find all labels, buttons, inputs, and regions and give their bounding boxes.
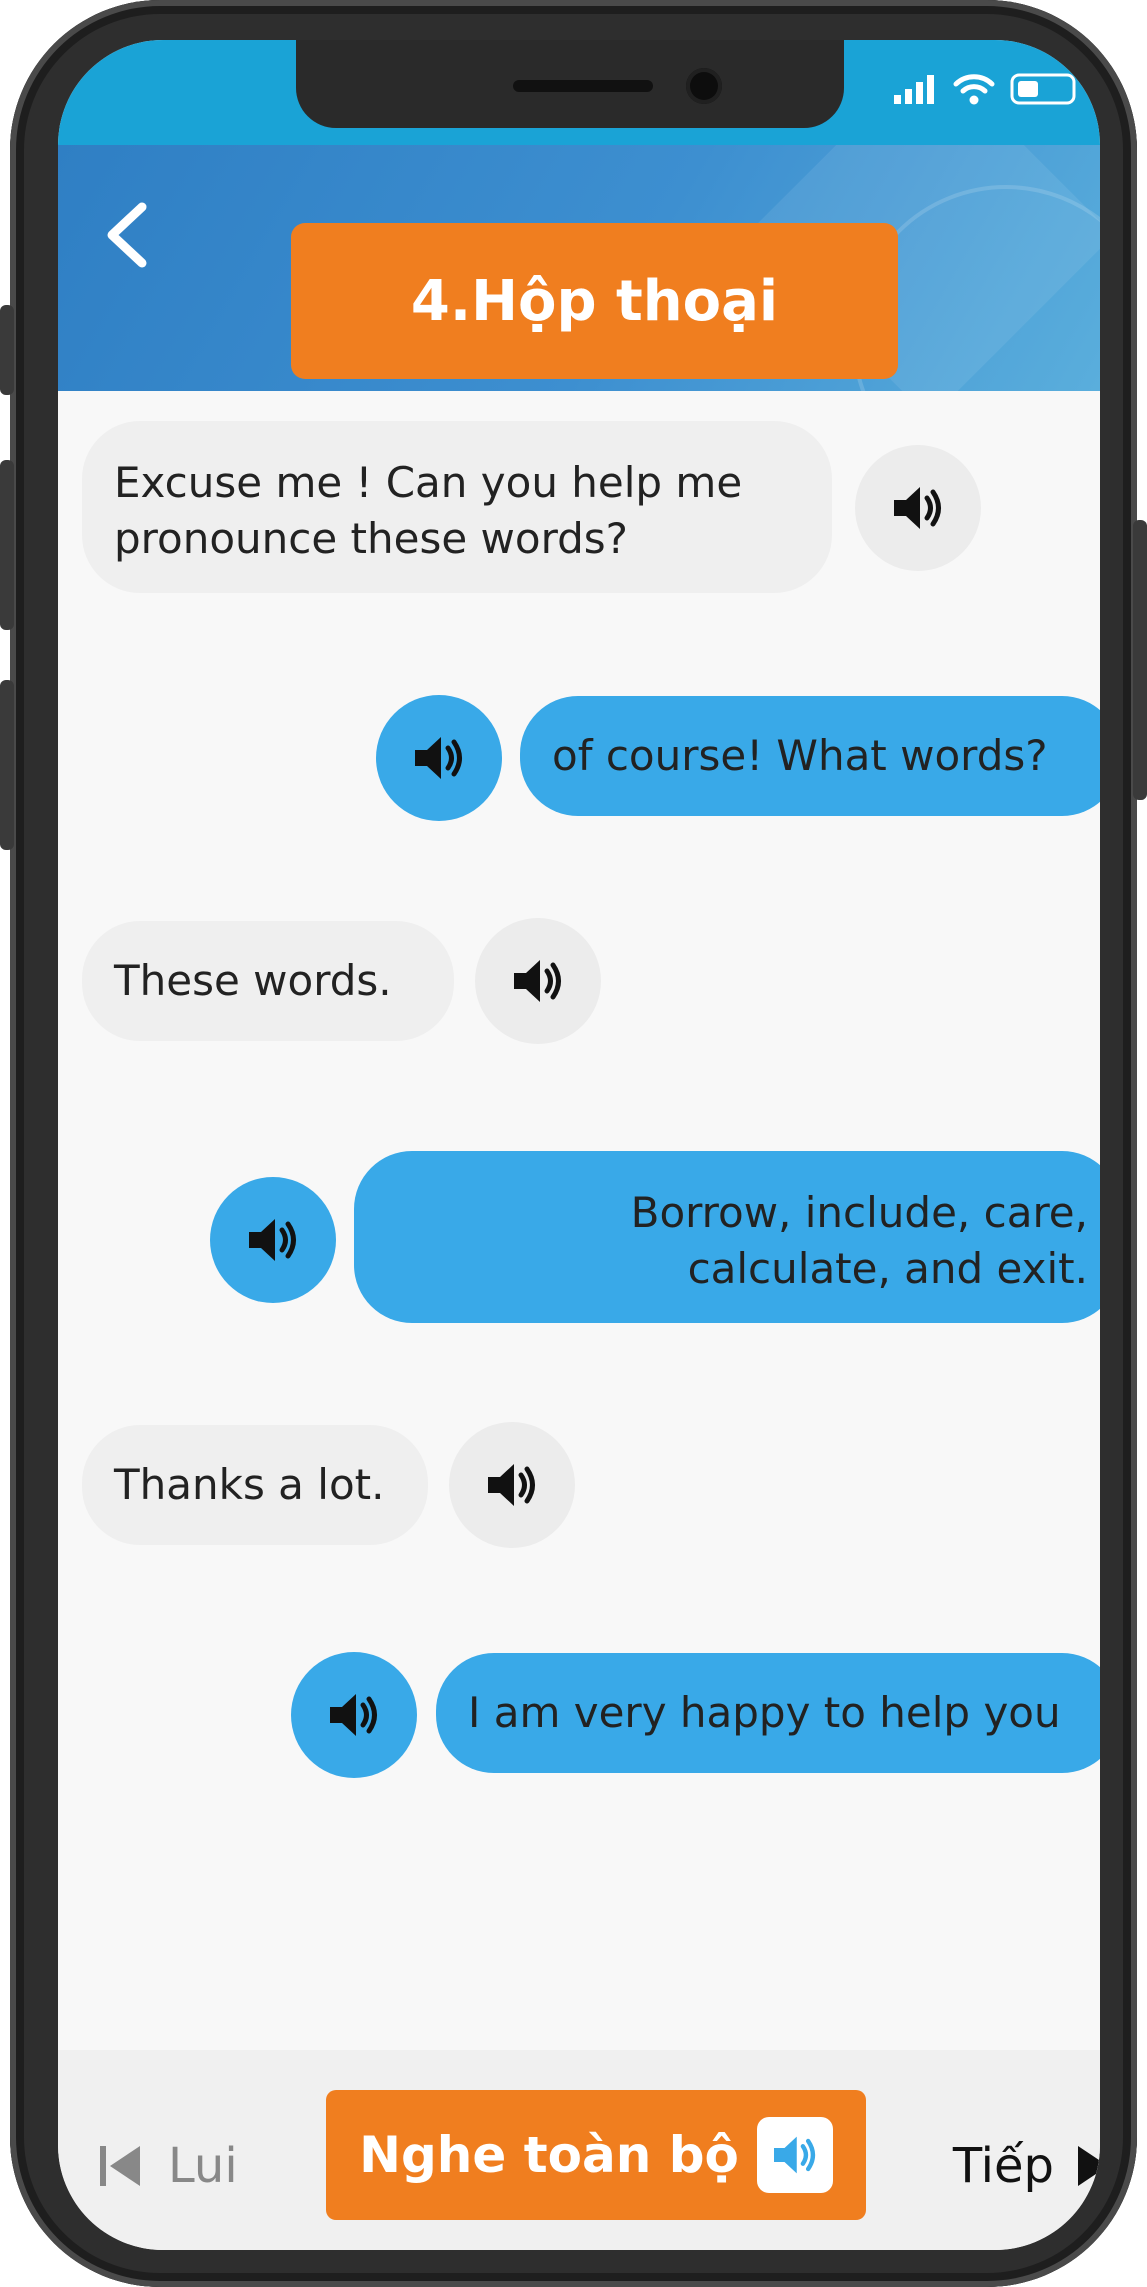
message-line: I am very happy to help you (468, 1688, 1061, 1737)
header: 4.Hộp thoại (58, 145, 1100, 391)
message-bubble-right: Borrow, include, care, calculate, and ex… (354, 1151, 1100, 1323)
front-camera (686, 68, 722, 104)
page-title: 4.Hộp thoại (291, 223, 898, 379)
message-line: calculate, and exit. (687, 1244, 1088, 1293)
message-line: Thanks a lot. (114, 1460, 385, 1509)
volume-down-button (0, 680, 14, 850)
prev-label: Lui (168, 2138, 238, 2194)
phone-frame: 4.Hộp thoại Excuse me ! Can you help me … (0, 0, 1147, 2287)
next-label: Tiếp (952, 2138, 1054, 2194)
back-button[interactable] (98, 195, 158, 275)
message-line: These words. (114, 956, 392, 1005)
play-all-button[interactable]: Nghe toàn bộ (326, 2090, 866, 2220)
prev-button[interactable]: Lui (98, 2138, 238, 2194)
play-audio-button[interactable] (449, 1422, 575, 1548)
speaker-icon (415, 737, 462, 779)
message-bubble-right: of course! What words? (520, 696, 1100, 816)
status-bar (58, 40, 1100, 148)
dialog-list: Excuse me ! Can you help me pronounce th… (58, 391, 1100, 2051)
volume-up-button (0, 460, 14, 630)
skip-next-icon (1078, 2146, 1100, 2186)
mute-switch (0, 305, 14, 395)
speaker-icon (330, 1694, 377, 1736)
play-all-label: Nghe toàn bộ (359, 2126, 739, 2184)
speaker-icon (488, 1464, 535, 1506)
speaker-icon (249, 1219, 296, 1261)
wifi-icon (953, 74, 995, 105)
bottom-bar: Lui Nghe toàn bộ Tiếp (58, 2050, 1100, 2250)
power-button (1133, 520, 1147, 800)
next-button[interactable]: Tiếp (953, 2138, 1100, 2194)
play-audio-button[interactable] (855, 445, 981, 571)
skip-previous-icon (100, 2146, 140, 2186)
message-bubble-left: These words. (82, 921, 454, 1041)
speaker-icon (514, 960, 561, 1002)
message-bubble-left: Excuse me ! Can you help me pronounce th… (82, 421, 832, 593)
speaker-icon (773, 2136, 815, 2174)
play-audio-button[interactable] (376, 695, 502, 821)
play-audio-button[interactable] (291, 1652, 417, 1778)
signal-icon (894, 75, 934, 104)
speaker-icon (894, 487, 941, 529)
battery-icon (1010, 73, 1076, 105)
message-bubble-left: Thanks a lot. (82, 1425, 428, 1545)
message-line: of course! What words? (552, 731, 1048, 780)
play-audio-button[interactable] (475, 918, 601, 1044)
screen: 4.Hộp thoại Excuse me ! Can you help me … (58, 40, 1100, 2250)
play-audio-button[interactable] (210, 1177, 336, 1303)
speaker-chip (756, 2117, 833, 2193)
status-icons (892, 72, 1080, 106)
chevron-left-icon (107, 202, 147, 268)
earpiece (513, 80, 653, 92)
message-line: Borrow, include, care, (630, 1188, 1088, 1237)
message-bubble-right: I am very happy to help you (436, 1653, 1100, 1773)
message-line: pronounce these words? (114, 514, 628, 563)
message-line: Excuse me ! Can you help me (114, 458, 743, 507)
